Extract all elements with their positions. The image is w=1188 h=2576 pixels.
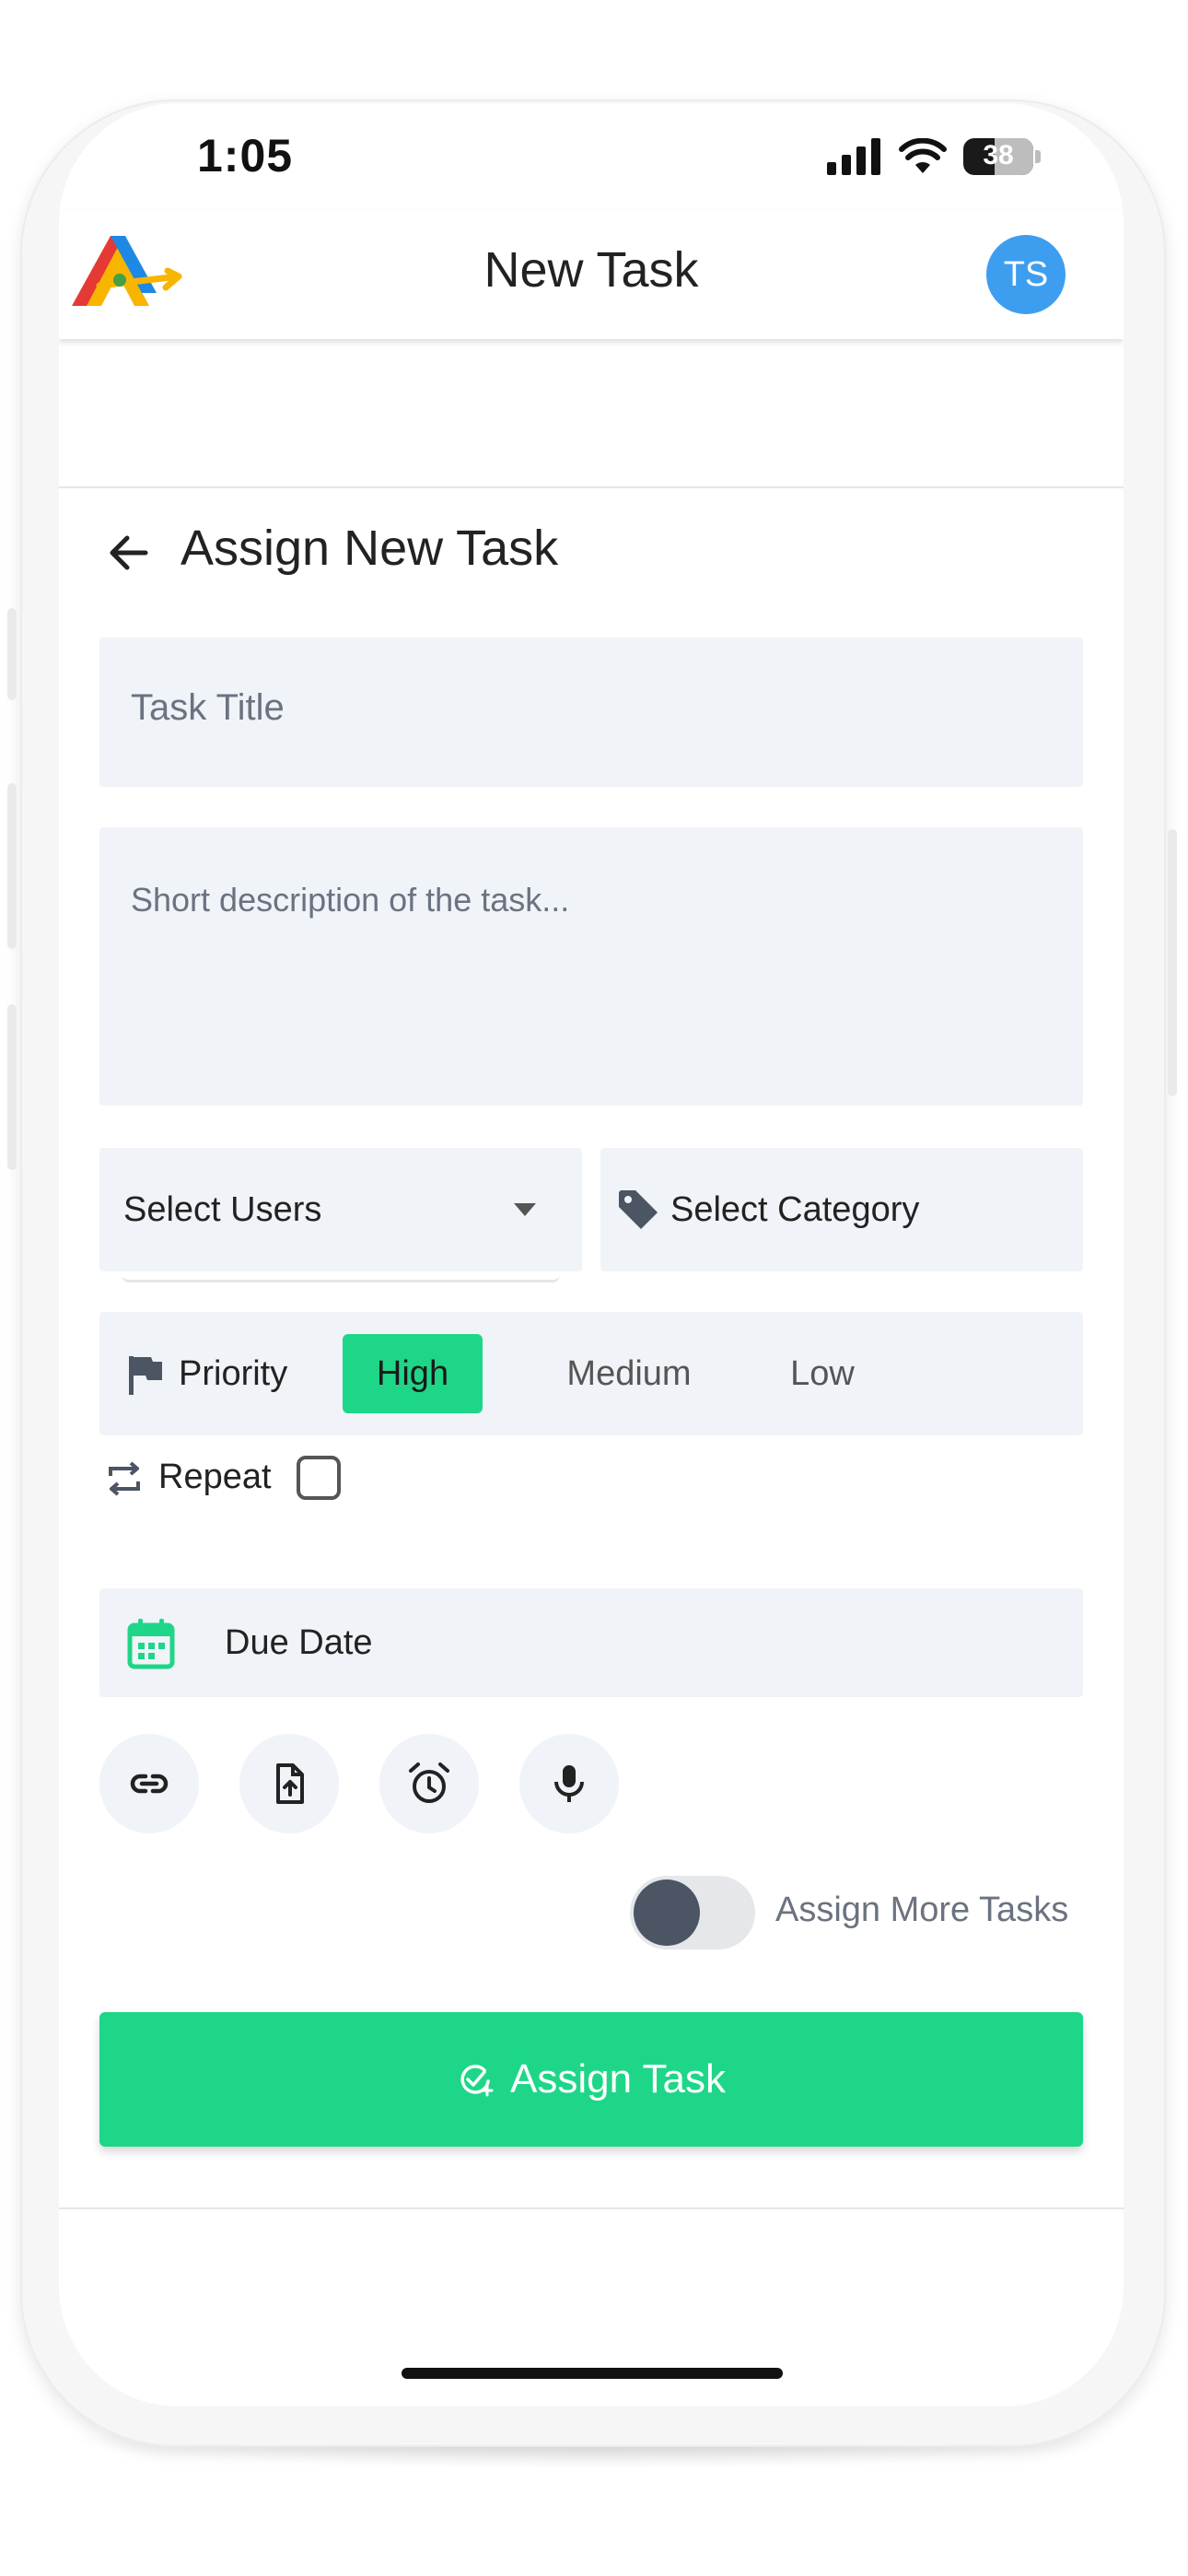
task-description-textarea[interactable]: Short description of the task... — [99, 827, 1083, 1106]
status-time: 1:05 — [197, 130, 294, 181]
priority-medium-option[interactable]: Medium — [532, 1334, 726, 1413]
priority-selector: Priority High Medium Low — [99, 1312, 1083, 1435]
select-category-dropdown[interactable]: Select Category — [600, 1148, 1083, 1271]
voice-note-button[interactable] — [519, 1734, 619, 1833]
battery-percent: 38 — [983, 140, 1014, 170]
silent-switch — [7, 608, 17, 700]
power-button — [1168, 829, 1177, 1096]
repeat-icon — [109, 1461, 140, 1496]
attach-file-button[interactable] — [239, 1734, 339, 1833]
tag-icon — [619, 1190, 658, 1229]
priority-label: Priority — [179, 1354, 288, 1393]
task-check-icon — [460, 2065, 494, 2097]
assign-more-label: Assign More Tasks — [775, 1891, 1069, 1929]
due-date-label: Due Date — [225, 1623, 373, 1662]
page-title: New Task — [483, 242, 699, 298]
repeat-checkbox[interactable] — [297, 1456, 341, 1500]
dropdown-underline — [122, 1273, 560, 1282]
set-reminder-button[interactable] — [379, 1734, 479, 1833]
microphone-icon — [554, 1765, 584, 1802]
task-title-placeholder: Task Title — [131, 687, 285, 728]
chevron-down-icon — [514, 1203, 536, 1216]
card-title: Assign New Task — [181, 521, 559, 576]
attach-link-button[interactable] — [99, 1734, 199, 1833]
battery-cap — [1035, 150, 1041, 163]
toggle-knob — [634, 1879, 700, 1946]
volume-down-button — [7, 1004, 17, 1170]
select-users-label: Select Users — [123, 1190, 322, 1229]
assign-task-button[interactable]: Assign Task — [99, 2012, 1083, 2147]
phone-screen: 1:05 38 New Task TS Assign New Task Task… — [59, 103, 1124, 2406]
back-arrow-icon[interactable] — [103, 527, 155, 579]
priority-low-option[interactable]: Low — [763, 1334, 882, 1413]
repeat-label: Repeat — [158, 1458, 272, 1496]
task-title-input[interactable]: Task Title — [99, 638, 1083, 787]
wifi-icon — [899, 138, 947, 173]
file-upload-icon — [276, 1763, 304, 1804]
alarm-icon — [409, 1762, 449, 1803]
description-placeholder: Short description of the task... — [131, 881, 570, 919]
device-stage: 1:05 38 New Task TS Assign New Task Task… — [0, 0, 1188, 2576]
volume-up-button — [7, 783, 17, 949]
flag-icon — [129, 1356, 162, 1395]
home-indicator[interactable] — [402, 2368, 783, 2379]
select-users-dropdown[interactable]: Select Users — [99, 1148, 582, 1271]
assign-task-label: Assign Task — [510, 2056, 726, 2102]
select-category-label: Select Category — [670, 1190, 920, 1229]
priority-high-option[interactable]: High — [343, 1334, 483, 1413]
assign-more-toggle[interactable] — [630, 1876, 755, 1950]
status-icons: 38 — [827, 138, 1041, 175]
signal-icon — [827, 138, 880, 175]
user-avatar[interactable]: TS — [986, 235, 1066, 314]
due-date-picker[interactable]: Due Date — [99, 1588, 1083, 1697]
calendar-icon — [127, 1619, 175, 1669]
link-icon — [130, 1774, 169, 1794]
battery-icon: 38 — [963, 138, 1033, 175]
